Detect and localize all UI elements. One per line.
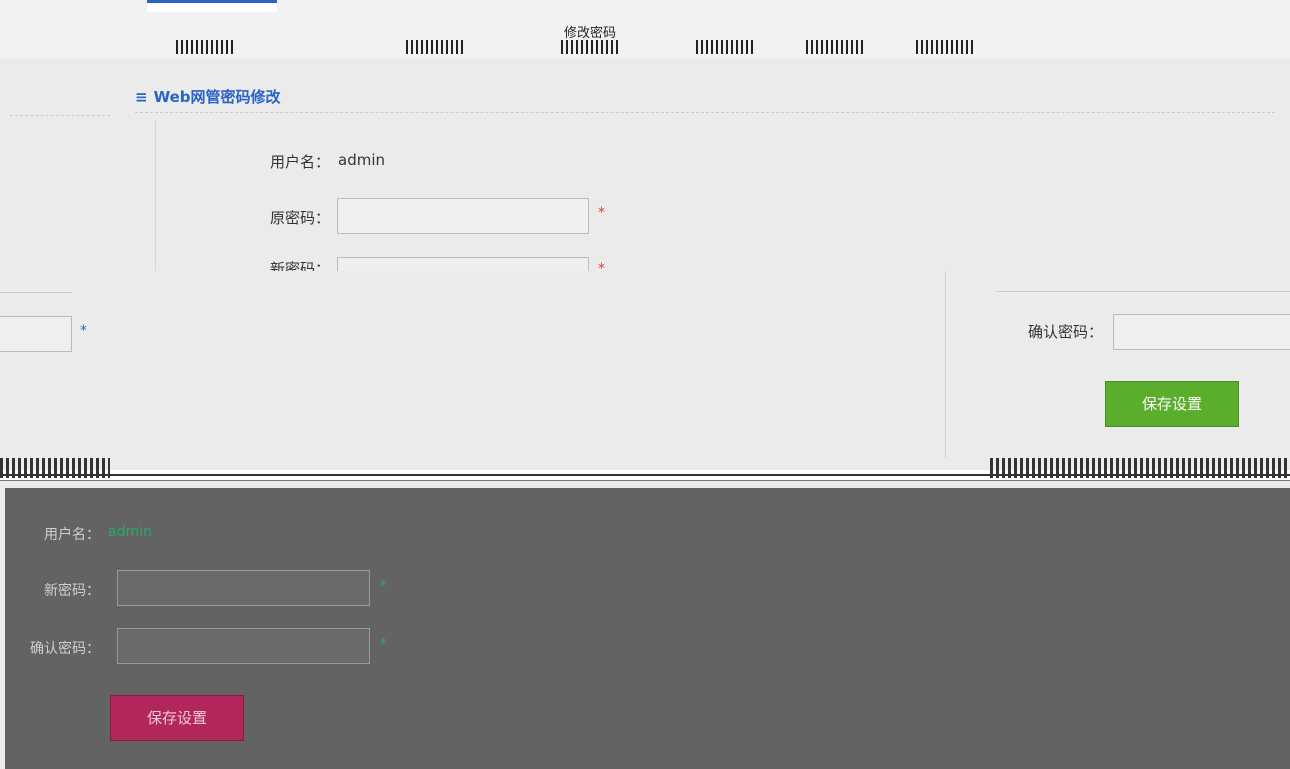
dark-new-password-input[interactable] <box>117 570 370 606</box>
section-title: ≡ Web网管密码修改 <box>135 86 281 107</box>
divider <box>135 112 1275 113</box>
nav-tab-label: 修改密码 <box>563 26 616 41</box>
rendering-artifact <box>806 40 864 54</box>
rendering-artifact <box>0 458 1290 488</box>
sidebar <box>0 58 120 271</box>
section-title-text: Web网管密码修改 <box>153 88 281 106</box>
divider <box>155 120 156 271</box>
nav-tab-1[interactable] <box>0 0 130 58</box>
dark-confirm-password-input[interactable] <box>117 628 370 664</box>
dark-new-password-label: 新密码： <box>44 583 100 599</box>
dark-username-label: 用户名： <box>44 527 100 543</box>
required-mark: * <box>80 323 87 339</box>
rendering-artifact <box>696 40 754 54</box>
rendering-artifact <box>0 458 110 478</box>
required-mark: * <box>598 205 605 221</box>
old-password-input[interactable] <box>337 198 589 234</box>
new-password-row: 新密码： * <box>230 255 630 271</box>
rendering-artifact <box>176 40 234 54</box>
password-input-fragment[interactable] <box>0 316 72 352</box>
rendering-artifact <box>561 40 619 54</box>
confirm-password-input[interactable] <box>1113 314 1290 350</box>
nav-tab-3[interactable] <box>380 0 490 58</box>
username-value: admin <box>338 151 385 169</box>
rendering-artifact <box>406 40 464 54</box>
dark-username-value: admin <box>108 524 152 540</box>
nav-tab-7[interactable] <box>890 0 1000 58</box>
new-password-label: 新密码： <box>269 260 330 271</box>
old-password-label: 原密码： <box>269 209 330 227</box>
middle-right-panel: 确认密码： <box>945 271 1290 464</box>
rendering-artifact <box>916 40 974 54</box>
divider <box>996 291 1290 292</box>
required-mark: * <box>598 261 605 271</box>
nav-tab-2[interactable] <box>130 0 280 58</box>
middle-left-panel: * <box>0 271 945 464</box>
username-label: 用户名： <box>269 153 330 171</box>
confirm-password-label: 确认密码： <box>1027 323 1103 341</box>
dark-save-button[interactable]: 保存设置 <box>110 695 244 741</box>
top-navigation: 修改密码 <box>0 0 1290 58</box>
divider <box>0 292 72 293</box>
rendering-artifact <box>990 458 1290 478</box>
nav-tab-6[interactable] <box>780 0 890 58</box>
nav-tab-change-password[interactable]: 修改密码 <box>530 0 650 58</box>
required-mark: * <box>380 636 387 652</box>
dark-confirm-password-label: 确认密码： <box>30 641 100 657</box>
nav-tab-5[interactable] <box>670 0 780 58</box>
save-button[interactable]: 保存设置 <box>1105 381 1239 427</box>
list-icon: ≡ <box>135 88 148 106</box>
divider <box>10 115 110 116</box>
required-mark: * <box>380 578 387 594</box>
new-password-input[interactable] <box>337 257 589 271</box>
